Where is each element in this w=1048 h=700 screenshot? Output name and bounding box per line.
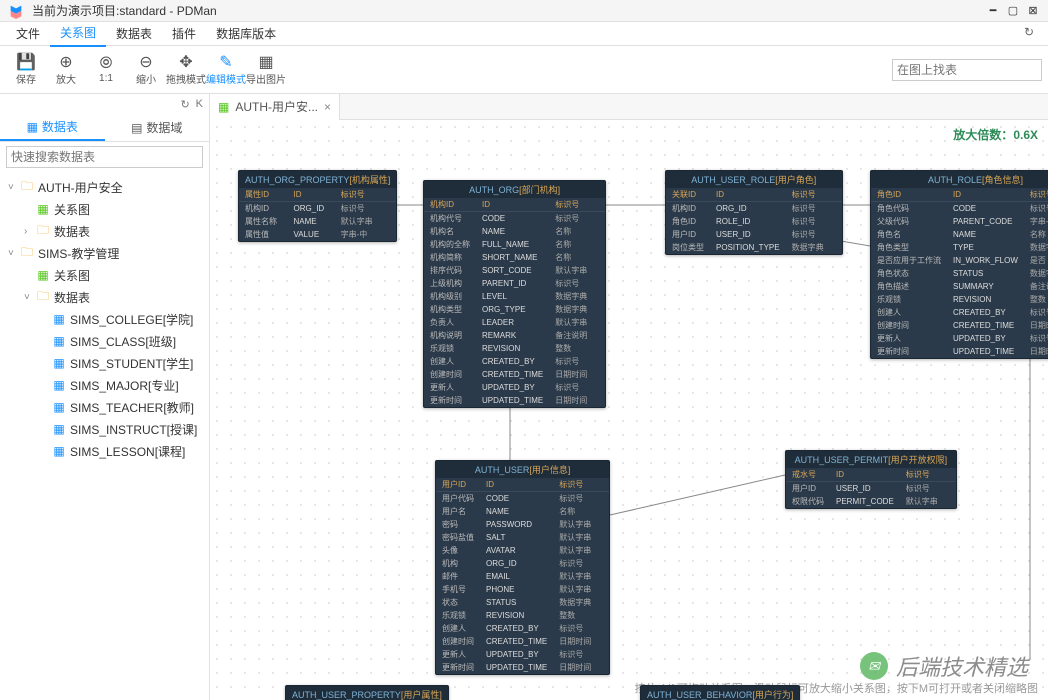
tree-label: SIMS_MAJOR[专业]	[70, 377, 179, 394]
entity-auth_user_role[interactable]: AUTH_USER_ROLE[用户角色]关联IDID标识号机构IDORG_ID标…	[665, 170, 843, 255]
entity-auth_user_property[interactable]: AUTH_USER_PROPERTY[用户属性]	[285, 685, 449, 700]
tree-table-item[interactable]: ▦ SIMS_COLLEGE[学院]	[0, 308, 209, 330]
entity-auth_role[interactable]: AUTH_ROLE[角色信息]角色IDID标识号角色代码CODE标识号父级代码P…	[870, 170, 1048, 359]
tree-folder-item[interactable]: ˅🗀 数据表	[0, 286, 209, 308]
folder-icon: 🗀	[20, 180, 34, 194]
maximize-button[interactable]: ▢	[1006, 4, 1020, 18]
window-title: 当前为演示项目:standard - PDMan	[32, 2, 986, 19]
editor-tabbar: ▦ AUTH-用户安... ×	[210, 94, 1048, 120]
diagram-canvas[interactable]: 放大倍数：0.6X 按住shift可拖动关系图，滑动鼠标可放大缩小关系图，按下M…	[210, 120, 1048, 700]
tree-label: 关系图	[54, 201, 90, 218]
table-icon: ▦	[52, 312, 66, 326]
refresh-icon[interactable]: ↻	[1024, 25, 1042, 43]
drag-icon: ✥	[177, 53, 195, 71]
entity-auth_user_permit[interactable]: AUTH_USER_PERMIT[用户开放权限]戒水号ID标识号用户IDUSER…	[785, 450, 957, 509]
tree-label: SIMS_COLLEGE[学院]	[70, 311, 193, 328]
watermark: ✉ 后端技术精选	[860, 650, 1028, 682]
domains-icon: ▤	[131, 121, 142, 135]
relation-icon: ▦	[36, 268, 50, 282]
table-icon: ▦	[52, 422, 66, 436]
titlebar: 当前为演示项目:standard - PDMan ━ ▢ ⊠	[0, 0, 1048, 22]
tree-label: SIMS_STUDENT[学生]	[70, 355, 193, 372]
sidebar-tab-tables[interactable]: ▦数据表	[0, 114, 105, 141]
tree-label: 关系图	[54, 267, 90, 284]
folder-icon: 🗀	[36, 224, 50, 238]
tree-table-item[interactable]: ▦ SIMS_LESSON[课程]	[0, 440, 209, 462]
table-icon: ▦	[52, 356, 66, 370]
app-logo-icon	[8, 3, 24, 19]
sidebar-tab-domains[interactable]: ▤数据域	[105, 114, 210, 141]
export-icon: ▦	[257, 53, 275, 71]
entity-auth_user_behavior[interactable]: AUTH_USER_BEHAVIOR[用户行为]	[640, 685, 800, 700]
refresh-small-icon[interactable]: ↻	[180, 98, 189, 111]
canvas-search-input[interactable]	[892, 59, 1042, 81]
zoom-readout: 放大倍数：0.6X	[953, 126, 1038, 143]
editor-tab-label: AUTH-用户安...	[235, 98, 318, 115]
chevron-icon: ˅	[8, 182, 20, 193]
minimize-button[interactable]: ━	[986, 4, 1000, 18]
export-image-button[interactable]: ▦导出图片	[246, 50, 286, 90]
table-icon: ▦	[52, 444, 66, 458]
chevron-icon: ›	[24, 226, 36, 237]
entity-auth_org[interactable]: AUTH_ORG[部门机构]机构IDID标识号机构代号CODE标识号机构名NAM…	[423, 180, 606, 408]
tree-folder-item[interactable]: ˅🗀 SIMS-教学管理	[0, 242, 209, 264]
collapse-icon[interactable]: K	[196, 98, 203, 110]
relation-icon: ▦	[36, 202, 50, 216]
edit-mode-button[interactable]: ✎编辑模式	[206, 50, 246, 90]
tree-rel-item[interactable]: ▦ 关系图	[0, 198, 209, 220]
relation-icon: ▦	[218, 100, 229, 114]
tree-label: SIMS-教学管理	[38, 245, 119, 262]
tree-table-item[interactable]: ▦ SIMS_INSTRUCT[授课]	[0, 418, 209, 440]
drag-mode-button[interactable]: ✥拖拽模式	[166, 50, 206, 90]
tree-folder-item[interactable]: ›🗀 数据表	[0, 220, 209, 242]
close-tab-icon[interactable]: ×	[324, 100, 331, 114]
menu-table[interactable]: 数据表	[106, 21, 162, 46]
tree-table-item[interactable]: ▦ SIMS_CLASS[班级]	[0, 330, 209, 352]
wechat-icon: ✉	[860, 652, 888, 680]
close-button[interactable]: ⊠	[1026, 4, 1040, 18]
save-button[interactable]: 💾保存	[6, 50, 46, 90]
table-icon: ▦	[52, 378, 66, 392]
tree-label: AUTH-用户安全	[38, 179, 123, 196]
chevron-icon: ˅	[24, 292, 36, 303]
tree-table-item[interactable]: ▦ SIMS_STUDENT[学生]	[0, 352, 209, 374]
tree-folder-item[interactable]: ˅🗀 AUTH-用户安全	[0, 176, 209, 198]
entity-auth_user[interactable]: AUTH_USER[用户信息]用户IDID标识号用户代码CODE标识号用户名NA…	[435, 460, 610, 675]
toolbar: 💾保存 ⊕放大 ⦾1:1 ⊖缩小 ✥拖拽模式 ✎编辑模式 ▦导出图片	[0, 46, 1048, 94]
entity-auth_org_property[interactable]: AUTH_ORG_PROPERTY[机构属性]属性IDID标识号机构IDORG_…	[238, 170, 397, 242]
tree: ˅🗀AUTH-用户安全▦关系图›🗀数据表˅🗀SIMS-教学管理▦关系图˅🗀数据表…	[0, 172, 209, 700]
table-icon: ▦	[52, 400, 66, 414]
save-icon: 💾	[17, 53, 35, 71]
chevron-icon: ˅	[8, 248, 20, 259]
tree-label: 数据表	[54, 223, 90, 240]
tree-table-item[interactable]: ▦ SIMS_MAJOR[专业]	[0, 374, 209, 396]
zoom11-icon: ⦾	[97, 55, 115, 73]
tree-rel-item[interactable]: ▦ 关系图	[0, 264, 209, 286]
menu-file[interactable]: 文件	[6, 21, 50, 46]
zoomout-button[interactable]: ⊖缩小	[126, 50, 166, 90]
menu-dbversion[interactable]: 数据库版本	[206, 21, 286, 46]
tree-label: 数据表	[54, 289, 90, 306]
main: ▦ AUTH-用户安... × 放大倍数：0.6X 按住shift可拖动关系图，…	[210, 94, 1048, 700]
tree-label: SIMS_CLASS[班级]	[70, 333, 176, 350]
zoomin-icon: ⊕	[57, 53, 75, 71]
zoomout-icon: ⊖	[137, 53, 155, 71]
table-icon: ▦	[52, 334, 66, 348]
editor-tab[interactable]: ▦ AUTH-用户安... ×	[210, 94, 340, 120]
sidebar-search-input[interactable]	[6, 146, 203, 168]
folder-icon: 🗀	[20, 246, 34, 260]
folder-icon: 🗀	[36, 290, 50, 304]
menu-relation[interactable]: 关系图	[50, 20, 106, 47]
tree-label: SIMS_INSTRUCT[授课]	[70, 421, 197, 438]
sidebar: ↻ K ▦数据表 ▤数据域 ˅🗀AUTH-用户安全▦关系图›🗀数据表˅🗀SIMS…	[0, 94, 210, 700]
tree-table-item[interactable]: ▦ SIMS_TEACHER[教师]	[0, 396, 209, 418]
tree-label: SIMS_LESSON[课程]	[70, 443, 185, 460]
tree-label: SIMS_TEACHER[教师]	[70, 399, 194, 416]
zoomin-button[interactable]: ⊕放大	[46, 50, 86, 90]
menubar: 文件 关系图 数据表 插件 数据库版本 ↻	[0, 22, 1048, 46]
zoom11-button[interactable]: ⦾1:1	[86, 50, 126, 90]
edit-icon: ✎	[217, 53, 235, 71]
menu-plugin[interactable]: 插件	[162, 21, 206, 46]
tables-icon: ▦	[27, 120, 38, 134]
